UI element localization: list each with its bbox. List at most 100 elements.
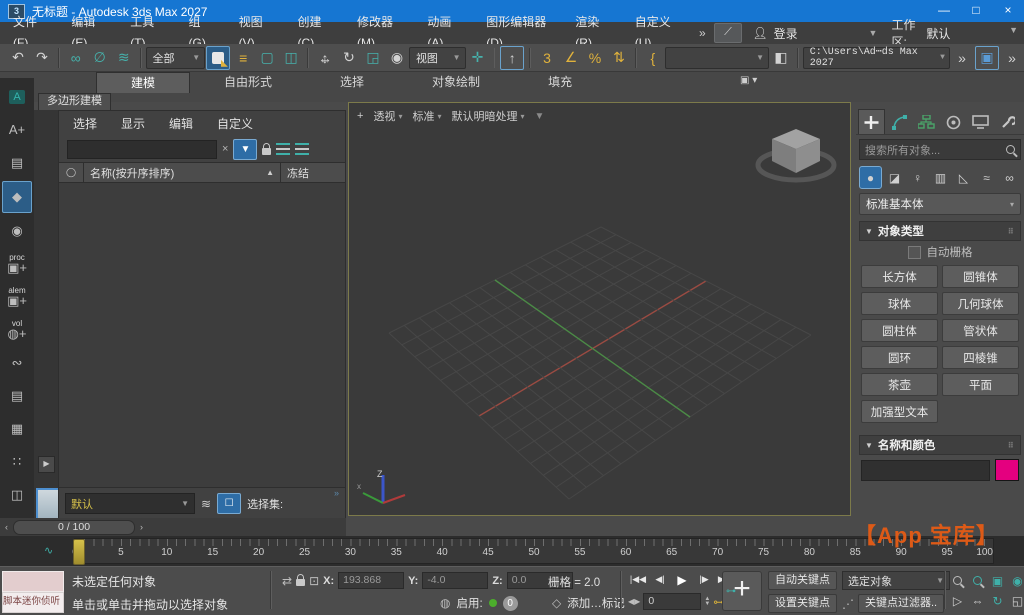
spinner-snap-icon[interactable]: ⇅ bbox=[608, 47, 630, 69]
mini-curve-editor-icon[interactable]: ∿ bbox=[44, 544, 53, 557]
ribbon-tab[interactable]: 自由形式 bbox=[190, 72, 306, 93]
expand-arrow-icon[interactable]: ▶ bbox=[38, 456, 55, 473]
primitive-button[interactable]: 圆柱体 bbox=[861, 319, 938, 342]
key-mode-toggle-icon[interactable]: ◀▶ bbox=[628, 597, 640, 606]
auto-key-button[interactable]: 自动关键点 bbox=[768, 571, 837, 590]
save-scene-icon[interactable]: ▣ bbox=[975, 46, 999, 70]
viewport-filter-icon[interactable]: ▼ bbox=[534, 111, 544, 122]
display-column-icon[interactable]: ◯ bbox=[59, 163, 84, 182]
hierarchy-tab-icon[interactable] bbox=[914, 110, 939, 134]
explorer-menu-item[interactable]: 选择 bbox=[73, 115, 97, 132]
mirror-icon[interactable]: ◧ bbox=[770, 47, 792, 69]
lights-pair-icon[interactable]: ∷ bbox=[3, 447, 31, 477]
zoom-all-icon[interactable] bbox=[968, 571, 987, 590]
clear-search-icon[interactable]: × bbox=[222, 143, 228, 155]
ribbon-tab[interactable]: 对象绘制 bbox=[398, 72, 514, 93]
angle-snap-icon[interactable]: ∠ bbox=[560, 47, 582, 69]
primitive-category-dropdown[interactable]: 标准基本体 ▾ bbox=[859, 193, 1021, 215]
login-control[interactable]: 👤︎ 登录 ▼ bbox=[752, 25, 885, 42]
ribbon-minimize-icon[interactable]: ▣ ▾ bbox=[740, 75, 757, 86]
explorer-menu-item[interactable]: 自定义 bbox=[217, 115, 253, 132]
zoom-icon[interactable] bbox=[948, 571, 967, 590]
motion-tab-icon[interactable] bbox=[941, 110, 966, 134]
primitive-button[interactable]: 四棱锥 bbox=[942, 346, 1019, 369]
zoom-extents-all-icon[interactable]: ◉ bbox=[1008, 571, 1024, 590]
maxscript-mini-listener[interactable] bbox=[2, 571, 64, 592]
ribbon-tab[interactable]: 填充 bbox=[514, 72, 606, 93]
ribbon-tab[interactable]: 建模 bbox=[96, 72, 190, 93]
lock-icon[interactable] bbox=[262, 148, 271, 155]
cameras-icon[interactable]: ▥ bbox=[930, 167, 951, 188]
modify-tab-icon[interactable] bbox=[887, 110, 912, 134]
windows-pair-icon[interactable]: ◫ bbox=[3, 480, 31, 510]
add-marker-label[interactable]: 添加…标记 bbox=[567, 595, 625, 611]
select-object-button[interactable] bbox=[206, 46, 230, 70]
shapes-icon[interactable]: ◪ bbox=[884, 167, 905, 188]
viewport-shading-menu[interactable]: 默认明暗处理▾ bbox=[451, 108, 524, 124]
y-coordinate-field[interactable]: -4.0 bbox=[422, 572, 488, 589]
hands-tool-icon[interactable]: ∾ bbox=[3, 348, 31, 378]
filter-icon[interactable]: ▼ bbox=[233, 139, 257, 160]
new-a-panel-icon[interactable]: A+ bbox=[3, 115, 31, 145]
undo-icon[interactable]: ↶ bbox=[7, 47, 29, 69]
select-rotate-icon[interactable]: ↻ bbox=[338, 47, 360, 69]
isolate-layer-icon[interactable]: ☐ bbox=[217, 493, 241, 514]
selection-lock-icon[interactable] bbox=[296, 579, 305, 586]
name-column-header[interactable]: 名称(按升序排序) ▲ bbox=[84, 165, 280, 181]
hand-list-icon[interactable]: ▤ bbox=[3, 381, 31, 411]
primitive-button[interactable]: 圆环 bbox=[861, 346, 938, 369]
maximize-button[interactable]: □ bbox=[960, 0, 992, 22]
previous-frame-button[interactable]: ◀| bbox=[650, 571, 670, 588]
redo-icon[interactable]: ↷ bbox=[31, 47, 53, 69]
cursor-panel-icon[interactable]: ▤ bbox=[3, 148, 31, 178]
rectangular-selection-icon[interactable]: ▢ bbox=[256, 47, 278, 69]
photo-stack-icon[interactable]: ▦ bbox=[3, 414, 31, 444]
volume-object-icon[interactable]: vol ◍+ bbox=[3, 315, 31, 345]
range-next-icon[interactable]: › bbox=[135, 522, 148, 532]
alembic-object-icon[interactable]: alem ▣+ bbox=[3, 282, 31, 312]
explorer-search-input[interactable] bbox=[67, 140, 217, 159]
scene-a-icon[interactable]: A bbox=[3, 82, 31, 112]
bind-spacewarp-icon[interactable]: ≋ bbox=[113, 47, 135, 69]
primitive-button[interactable]: 加强型文本 bbox=[861, 400, 938, 423]
explorer-menu-item[interactable]: 显示 bbox=[121, 115, 145, 132]
toolbar-overflow-icon[interactable]: » bbox=[951, 47, 973, 69]
object-name-input[interactable] bbox=[861, 460, 990, 481]
zoom-extents-icon[interactable]: ▣ bbox=[988, 571, 1007, 590]
ribbon-tab[interactable]: 选择 bbox=[306, 72, 398, 93]
viewport-style-menu[interactable]: 标准▾ bbox=[412, 108, 441, 124]
use-center-icon[interactable]: ◉ bbox=[386, 47, 408, 69]
create-tab-icon[interactable] bbox=[858, 109, 885, 134]
primitive-button[interactable]: 球体 bbox=[861, 292, 938, 315]
selected-object-dropdown[interactable]: 选定对象 ▼ bbox=[842, 571, 950, 590]
current-frame-field[interactable]: 0 bbox=[643, 593, 701, 610]
key-step-icon[interactable]: ⋰ bbox=[842, 597, 854, 611]
snap-toggle-3d-icon[interactable]: 3 bbox=[536, 47, 558, 69]
marker-icon[interactable]: ◇ bbox=[552, 596, 561, 610]
window-crossing-icon[interactable]: ◫ bbox=[280, 47, 302, 69]
utilities-tab-icon[interactable] bbox=[995, 110, 1020, 134]
maximize-viewport-icon[interactable]: ◱ bbox=[1008, 591, 1024, 610]
select-scale-icon[interactable]: ◲ bbox=[362, 47, 384, 69]
zoom-region-icon[interactable]: ▷ bbox=[948, 591, 967, 610]
menu-overflow-icon[interactable]: » bbox=[691, 26, 714, 40]
set-keys-button[interactable]: + ⊶ bbox=[722, 571, 762, 611]
collapse-tree-icon[interactable] bbox=[295, 143, 309, 155]
edit-named-selection-icon[interactable]: { bbox=[642, 47, 664, 69]
perspective-viewport[interactable]: + 透视▾ 标准▾ 默认明暗处理▾ ▼ Z x bbox=[348, 102, 851, 516]
explorer-menu-item[interactable]: 编辑 bbox=[169, 115, 193, 132]
selection-filter-dropdown[interactable]: 全部 ▼ bbox=[146, 47, 206, 69]
percent-snap-icon[interactable]: % bbox=[584, 47, 606, 69]
keyboard-override-icon[interactable]: ↑ bbox=[500, 46, 524, 70]
frozen-column-header[interactable]: 冻结 bbox=[280, 163, 345, 182]
display-tab-icon[interactable] bbox=[968, 110, 993, 134]
viewport-pov-menu[interactable]: 透视▾ bbox=[373, 108, 402, 124]
close-button[interactable]: × bbox=[992, 0, 1024, 22]
transform-gizmo-icon[interactable]: ⇄ bbox=[282, 574, 292, 588]
explorer-object-list[interactable] bbox=[59, 183, 345, 487]
command-search-input[interactable]: 搜索所有对象... bbox=[859, 139, 1021, 160]
orbit-icon[interactable]: ↻ bbox=[988, 591, 1007, 610]
layer-stack-icon[interactable]: ≋ bbox=[201, 497, 211, 511]
primitive-button[interactable]: 几何球体 bbox=[942, 292, 1019, 315]
autogrid-checkbox[interactable] bbox=[908, 246, 921, 259]
